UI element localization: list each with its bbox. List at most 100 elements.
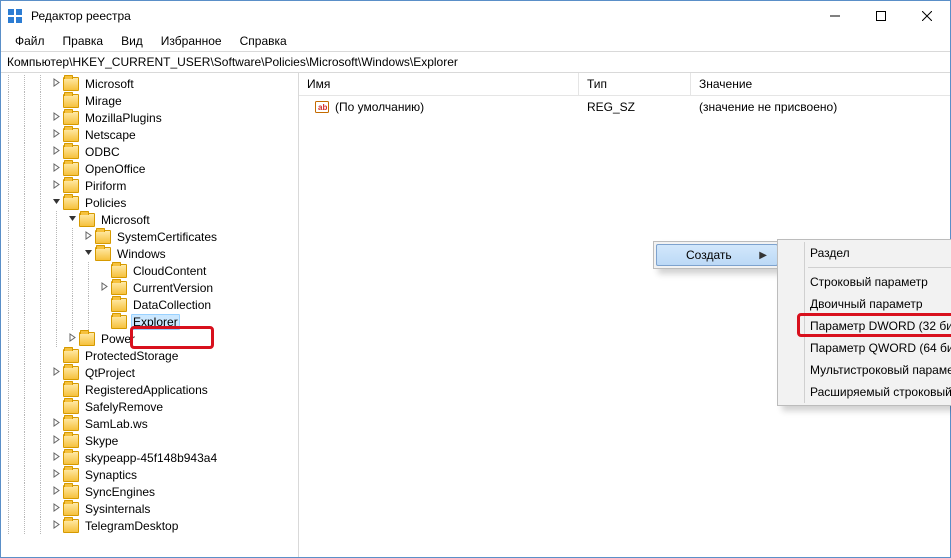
folder-icon <box>79 332 95 346</box>
tree-node[interactable]: skypeapp-45f148b943a4 <box>1 449 298 466</box>
tree-node[interactable]: CloudContent <box>1 262 298 279</box>
registry-tree: MicrosoftMirageMozillaPluginsNetscapeODB… <box>1 73 298 536</box>
tree-node[interactable]: Synaptics <box>1 466 298 483</box>
expander-icon[interactable] <box>49 180 63 192</box>
submenu-qword[interactable]: Параметр QWORD (64 бита) <box>780 337 951 359</box>
expander-icon[interactable] <box>49 503 63 515</box>
menu-file[interactable]: Файл <box>7 33 53 49</box>
folder-icon <box>63 162 79 176</box>
submenu-string[interactable]: Строковый параметр <box>780 271 951 293</box>
tree-node[interactable]: ProtectedStorage <box>1 347 298 364</box>
expander-icon[interactable] <box>49 418 63 430</box>
folder-icon <box>63 400 79 414</box>
folder-icon <box>111 298 127 312</box>
expander-icon[interactable] <box>49 520 63 532</box>
address-bar[interactable]: Компьютер\HKEY_CURRENT_USER\Software\Pol… <box>1 51 950 73</box>
expander-icon[interactable] <box>97 282 111 294</box>
tree-node-label: Windows <box>115 247 168 261</box>
menu-create[interactable]: Создать ▶ <box>656 244 778 266</box>
folder-icon <box>95 230 111 244</box>
tree-node[interactable]: MozillaPlugins <box>1 109 298 126</box>
menu-favorites[interactable]: Избранное <box>153 33 230 49</box>
folder-icon <box>63 128 79 142</box>
close-button[interactable] <box>904 1 950 31</box>
expander-icon[interactable] <box>49 469 63 481</box>
tree-node[interactable]: CurrentVersion <box>1 279 298 296</box>
tree-node[interactable]: ODBC <box>1 143 298 160</box>
folder-icon <box>63 502 79 516</box>
expander-icon[interactable] <box>49 163 63 175</box>
folder-icon <box>95 247 111 261</box>
tree-pane[interactable]: MicrosoftMirageMozillaPluginsNetscapeODB… <box>1 73 299 557</box>
create-submenu[interactable]: Раздел Строковый параметр Двоичный парам… <box>777 239 951 406</box>
expander-icon[interactable] <box>49 452 63 464</box>
expander-icon[interactable] <box>49 197 63 209</box>
menu-edit[interactable]: Правка <box>55 33 112 49</box>
expander-icon[interactable] <box>49 486 63 498</box>
expander-icon[interactable] <box>81 248 95 260</box>
expander-icon[interactable] <box>49 129 63 141</box>
values-pane[interactable]: Имя Тип Значение ab (По умолчанию) REG_S… <box>299 73 950 557</box>
menubar: Файл Правка Вид Избранное Справка <box>1 31 950 51</box>
tree-node[interactable]: Skype <box>1 432 298 449</box>
tree-node[interactable]: SyncEngines <box>1 483 298 500</box>
values-header: Имя Тип Значение <box>299 73 950 96</box>
tree-node[interactable]: Microsoft <box>1 75 298 92</box>
folder-icon <box>111 264 127 278</box>
tree-node-label: QtProject <box>83 366 137 380</box>
menu-view[interactable]: Вид <box>113 33 151 49</box>
tree-node[interactable]: Windows <box>1 245 298 262</box>
tree-node[interactable]: Microsoft <box>1 211 298 228</box>
tree-node[interactable]: Piriform <box>1 177 298 194</box>
expander-icon[interactable] <box>65 214 79 226</box>
expander-icon[interactable] <box>49 112 63 124</box>
tree-node[interactable]: SystemCertificates <box>1 228 298 245</box>
maximize-button[interactable] <box>858 1 904 31</box>
tree-node[interactable]: SamLab.ws <box>1 415 298 432</box>
tree-node[interactable]: QtProject <box>1 364 298 381</box>
tree-node[interactable]: SafelyRemove <box>1 398 298 415</box>
tree-node-label: Power <box>99 332 137 346</box>
minimize-button[interactable] <box>812 1 858 31</box>
tree-node[interactable]: Netscape <box>1 126 298 143</box>
tree-node[interactable]: Power <box>1 330 298 347</box>
tree-node[interactable]: OpenOffice <box>1 160 298 177</box>
tree-node[interactable]: DataCollection <box>1 296 298 313</box>
tree-node-label: MozillaPlugins <box>83 111 164 125</box>
submenu-dword[interactable]: Параметр DWORD (32 бита) <box>780 315 951 337</box>
folder-icon <box>63 485 79 499</box>
tree-node[interactable]: TelegramDesktop <box>1 517 298 534</box>
col-name[interactable]: Имя <box>299 73 579 95</box>
expander-icon[interactable] <box>49 435 63 447</box>
tree-node[interactable]: Explorer <box>1 313 298 330</box>
expander-icon[interactable] <box>49 367 63 379</box>
tree-node[interactable]: Policies <box>1 194 298 211</box>
col-type[interactable]: Тип <box>579 73 691 95</box>
tree-node[interactable]: Mirage <box>1 92 298 109</box>
expander-icon[interactable] <box>81 231 95 243</box>
tree-node[interactable]: RegisteredApplications <box>1 381 298 398</box>
tree-node-label: RegisteredApplications <box>83 383 210 397</box>
col-value[interactable]: Значение <box>691 73 950 95</box>
tree-node-label: ODBC <box>83 145 122 159</box>
expander-icon[interactable] <box>49 78 63 90</box>
tree-node-label: SamLab.ws <box>83 417 150 431</box>
menu-help[interactable]: Справка <box>232 33 295 49</box>
value-row[interactable]: ab (По умолчанию) REG_SZ (значение не пр… <box>299 98 950 116</box>
folder-icon <box>63 366 79 380</box>
context-menu[interactable]: Создать ▶ <box>653 241 781 269</box>
window-title: Редактор реестра <box>31 9 812 23</box>
submenu-binary[interactable]: Двоичный параметр <box>780 293 951 315</box>
tree-node-label: Sysinternals <box>83 502 152 516</box>
tree-node-label: Microsoft <box>83 77 136 91</box>
submenu-expandstring[interactable]: Расширяемый строковый параметр <box>780 381 951 403</box>
window-controls <box>812 1 950 31</box>
folder-icon <box>63 468 79 482</box>
expander-icon[interactable] <box>65 333 79 345</box>
value-data: (значение не присвоено) <box>691 100 950 114</box>
folder-icon <box>63 145 79 159</box>
tree-node[interactable]: Sysinternals <box>1 500 298 517</box>
submenu-key[interactable]: Раздел <box>780 242 951 264</box>
submenu-multistring[interactable]: Мультистроковый параметр <box>780 359 951 381</box>
expander-icon[interactable] <box>49 146 63 158</box>
